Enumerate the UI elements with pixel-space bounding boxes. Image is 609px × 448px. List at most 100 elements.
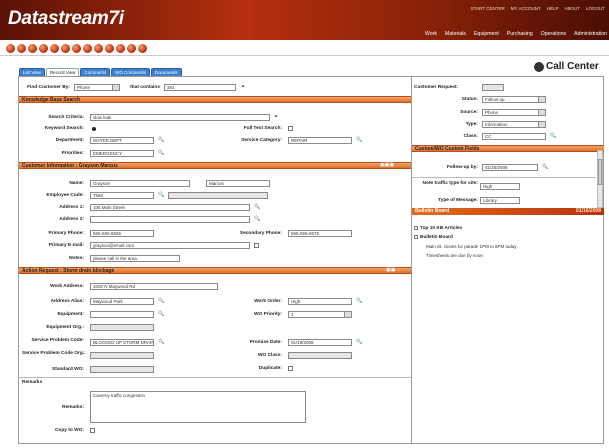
lookup-icon[interactable]: 🔍 [356,298,362,305]
lookup-icon[interactable]: 🔍 [158,298,164,305]
bulletin-item-board[interactable]: Bulletin Board [420,235,480,240]
prev-record-icon[interactable] [105,44,114,53]
contains-input[interactable]: 381 [164,84,236,91]
work-order-label: Work Order: [254,299,282,304]
calendar-icon[interactable]: 🔍 [356,339,362,346]
nav-equipment[interactable]: Equipment [474,31,499,37]
nav-work[interactable]: Work [425,31,437,37]
source-select[interactable]: Phone [482,109,546,116]
remarks-textarea[interactable]: Caverny traffic congestion [90,391,306,423]
attach-icon[interactable] [72,44,81,53]
lookup-icon[interactable]: 🔍 [158,339,164,346]
link-logout[interactable]: LOGOUT [586,6,605,11]
link-my-account[interactable]: MY ACCOUNT [511,6,541,11]
custom-fields-header[interactable]: Custom/WO Custom Fields [412,145,604,152]
lookup-icon[interactable]: 🔍 [158,192,164,199]
remarks-section-header[interactable]: Remarks [22,380,62,385]
copy-icon[interactable] [28,44,37,53]
department-input[interactable]: WATER DEPT [90,137,154,144]
search-criteria-input[interactable]: slow leak [90,114,270,121]
equipment-org-field [90,324,154,331]
equipment-input[interactable] [90,311,154,318]
delete-icon[interactable] [39,44,48,53]
refresh-icon[interactable] [83,44,92,53]
next-record-icon[interactable] [116,44,125,53]
first-record-icon[interactable] [94,44,103,53]
calendar-icon[interactable]: 🔍 [542,164,548,171]
kb-section-header[interactable]: Knowledge Base Search [19,96,411,103]
last-record-icon[interactable] [127,44,136,53]
record-tabs: List View Record View Comments WO Commen… [19,68,182,76]
secondary-phone-input[interactable]: 555-555-5578 [288,230,352,237]
tab-comments[interactable]: Comments [80,68,111,76]
section-tools-icon[interactable]: ▣▣▣ [380,162,394,169]
class-input[interactable]: CC [482,133,546,140]
service-category-input[interactable]: REPAIR [288,137,352,144]
wo-priority-select[interactable]: 1 [288,311,352,318]
service-problem-input[interactable]: BLOCKED UP STORM DRAIN [90,339,154,346]
bulletin-board-header[interactable]: Bulletin Board 01/16/2008 [412,208,604,215]
notes-input[interactable]: please call in the area [90,255,180,262]
new-record-icon[interactable] [6,44,15,53]
priorities-input[interactable]: EMERGENCY [90,150,154,157]
lookup-icon[interactable]: 🔍 [158,137,164,144]
map-pin-icon[interactable]: 🔍 [254,216,260,223]
promise-date-input[interactable]: 01/19/2008 [288,339,352,346]
section-tools-icon[interactable]: ▣▣ [386,267,395,274]
lookup-icon[interactable]: 🔍 [158,150,164,157]
status-label: Status: [461,97,478,102]
work-address-input[interactable]: 1000 N Maywood Rd [90,283,218,290]
scrollbar-thumb[interactable] [598,159,602,185]
expand-icon[interactable] [414,226,418,230]
find-by-select[interactable]: Phone [74,84,120,91]
duplicate-checkbox[interactable] [288,366,293,371]
nav-administration[interactable]: Administration [574,31,607,37]
address1-input[interactable]: 105 Main Street [90,204,250,211]
type-select[interactable]: Information [482,121,546,128]
link-start-center[interactable]: START CENTER [471,6,505,11]
employee-code-input[interactable]: 7568 [90,192,154,199]
link-about[interactable]: ABOUT [564,6,580,11]
print-icon[interactable] [50,44,59,53]
binoculars-icon[interactable]: ⚭ [241,84,245,91]
lookup-icon[interactable]: 🔍 [550,133,556,140]
first-name-input[interactable]: Grayson [90,180,190,187]
email-checkbox[interactable] [254,243,259,248]
followup-input[interactable]: 01/20/2008 [482,164,538,171]
tab-record-view[interactable]: Record View [45,68,80,76]
map-pin-icon[interactable]: 🔍 [254,204,260,211]
app-header: Datastream7i START CENTER MY ACCOUNT HEL… [0,0,609,40]
copy-to-wo-checkbox[interactable] [90,428,95,433]
expand-icon[interactable] [414,235,418,239]
fulltext-search-checkbox[interactable] [288,126,293,131]
help-icon[interactable] [138,44,147,53]
bulletin-note: Main St. closes for parade 1PM to 6PM to… [426,244,517,249]
address-alias-input[interactable]: Maywood Park [90,298,154,305]
work-order-input[interactable]: High [288,298,352,305]
priorities-label: Priorities: [61,151,84,156]
tab-documents[interactable]: Documents [150,68,182,76]
address2-input[interactable] [90,216,250,223]
message-type-input[interactable]: Library [480,197,520,204]
keyword-search-radio[interactable] [92,127,96,131]
tab-list-view[interactable]: List View [19,68,45,76]
traffic-type-input[interactable]: High [480,183,520,190]
binoculars-icon[interactable]: ⚭ [274,114,278,121]
nav-purchasing[interactable]: Purchasing [507,31,533,37]
nav-materials[interactable]: Materials [445,31,466,37]
primary-phone-input[interactable]: 555-555-5555 [90,230,154,237]
save-icon[interactable] [17,44,26,53]
bulletin-item-kb[interactable]: Top 10 KB Articles [420,226,480,231]
tab-wo-comments[interactable]: WO Comments [111,68,150,76]
lookup-icon[interactable]: 🔍 [158,311,164,318]
primary-email-input[interactable]: grayson@email.com [90,242,250,249]
email-icon[interactable] [61,44,70,53]
last-name-input[interactable]: Marcus [206,180,270,187]
status-select[interactable]: Follow-up [482,96,546,103]
lookup-icon[interactable]: 🔍 [356,137,362,144]
action-section-header[interactable]: Action Request : Storm drain blockage [19,267,411,274]
customer-section-header[interactable]: Customer Information : Grayson Marcus [19,162,411,169]
link-help[interactable]: HELP [547,6,559,11]
nav-operations[interactable]: Operations [541,31,566,37]
custom-fields-scrollbar[interactable] [597,150,603,208]
